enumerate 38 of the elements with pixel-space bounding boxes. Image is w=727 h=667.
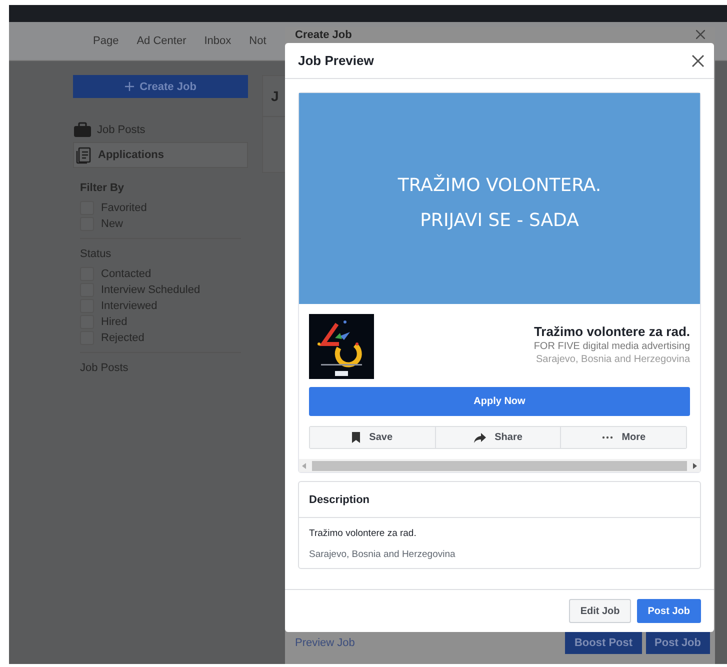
dialog-title: Job Preview — [298, 53, 374, 68]
close-icon[interactable] — [692, 54, 704, 66]
nav-link[interactable]: Page — [93, 35, 119, 47]
action-button[interactable]: More — [561, 427, 686, 448]
scroll-right-icon[interactable] — [693, 462, 697, 468]
dialog-button[interactable]: Post Job — [646, 631, 710, 654]
nav-link[interactable]: Inbox — [204, 35, 232, 47]
job-title: Tražimo volontere za rad. — [534, 324, 690, 339]
description-text: Sarajevo, Bosnia and Herzegovina — [309, 549, 456, 560]
apply-now-button[interactable]: Apply Now — [309, 387, 690, 416]
banner-text: TRAŽIMO VOLONTERA. — [398, 174, 602, 196]
preview-job-link[interactable]: Preview Job — [295, 636, 355, 648]
close-icon[interactable] — [696, 30, 705, 39]
share-icon — [474, 432, 486, 442]
sidebar-item[interactable]: Applications — [73, 142, 248, 168]
scroll-left-icon[interactable] — [302, 462, 306, 468]
action-button[interactable]: Save — [310, 427, 436, 448]
more-icon — [602, 436, 613, 439]
bookmark-icon — [352, 432, 360, 443]
briefcase-icon — [74, 122, 91, 138]
horizontal-scrollbar[interactable] — [299, 459, 700, 472]
scrollbar-thumb[interactable] — [312, 460, 687, 470]
description-heading: Description — [309, 494, 370, 506]
plus-icon — [124, 82, 134, 91]
create-job-button[interactable]: Create Job — [73, 75, 248, 98]
dialog-button[interactable]: Edit Job — [569, 599, 631, 623]
nav-link[interactable]: Not — [249, 35, 266, 47]
action-button[interactable]: Share — [436, 427, 562, 448]
dialog-button[interactable]: Boost Post — [565, 631, 642, 654]
description-text: Tražimo volontere za rad. — [309, 528, 418, 539]
dialog-button[interactable]: Post Job — [636, 599, 701, 623]
nav-link[interactable]: Ad Center — [136, 35, 186, 47]
dialog-title: Create Job — [295, 28, 352, 40]
document-icon — [75, 146, 92, 164]
company-name: FOR FIVE digital media advertising — [534, 341, 690, 352]
job-location: Sarajevo, Bosnia and Herzegovina — [535, 354, 690, 365]
card-title: J — [271, 88, 279, 104]
banner-text: PRIJAVI SE - SADA — [420, 210, 579, 230]
